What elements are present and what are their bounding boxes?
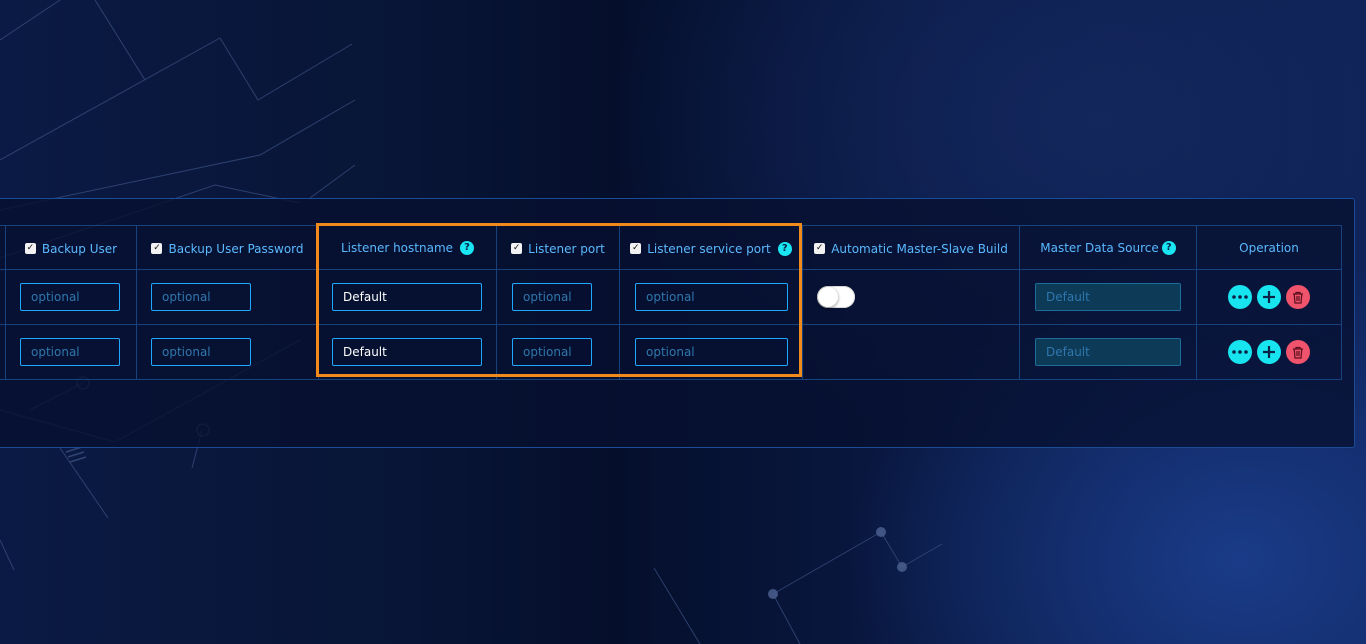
question-circle-icon[interactable]: ? (777, 241, 792, 256)
listener-hostname-cell (318, 269, 497, 325)
backup-password-input[interactable] (151, 283, 251, 311)
listener-service-port-input[interactable] (635, 283, 788, 311)
backup-password-cell (136, 324, 319, 380)
listener-hostname-input[interactable] (332, 283, 482, 311)
checkbox-checked-icon[interactable]: ✓ (814, 243, 826, 255)
listener-hostname-cell (318, 324, 497, 380)
column-header-listener-service-port: ✓ Listener service port ? (619, 225, 803, 270)
master-data-source-cell (1019, 324, 1197, 380)
operation-cell (1196, 269, 1342, 325)
listener-port-cell (496, 269, 620, 325)
column-header-operation: Operation (1196, 225, 1342, 270)
plus-icon[interactable] (1257, 340, 1281, 364)
row-actions (1197, 285, 1341, 309)
question-circle-icon[interactable]: ? (1161, 240, 1176, 255)
operation-cell (1196, 324, 1342, 380)
backup-user-input[interactable] (20, 283, 120, 311)
column-label: Automatic Master-Slave Build (831, 241, 1008, 256)
column-label: Operation (1239, 240, 1299, 255)
table-row (0, 269, 1342, 325)
column-label: Listener hostname (340, 240, 454, 255)
auto-master-slave-cell (802, 324, 1020, 380)
checkbox-checked-icon[interactable]: ✓ (630, 243, 642, 255)
backup-user-input[interactable] (20, 338, 120, 366)
master-data-source-select[interactable] (1035, 338, 1181, 366)
column-label: Backup User (41, 241, 118, 256)
column-header-auto-master-slave: ✓ Automatic Master-Slave Build (802, 225, 1020, 270)
column-header-listener-port: ✓ Listener port (496, 225, 620, 270)
listener-port-input[interactable] (512, 338, 592, 366)
column-label: Backup User Password (168, 241, 304, 256)
auto-master-slave-cell (802, 269, 1020, 325)
column-label: Listener service port (647, 241, 771, 256)
auto-master-slave-toggle[interactable] (817, 286, 855, 308)
more-dots-icon[interactable] (1228, 340, 1252, 364)
listener-service-port-cell (619, 324, 803, 380)
column-header-master-data-source: Master Data Source ? (1019, 225, 1197, 270)
master-data-source-select[interactable] (1035, 283, 1181, 311)
column-label: Master Data Source (1040, 240, 1159, 255)
backup-password-input[interactable] (151, 338, 251, 366)
listener-port-input[interactable] (512, 283, 592, 311)
backup-user-cell (5, 324, 137, 380)
listener-service-port-input[interactable] (635, 338, 788, 366)
datasource-table-panel: ✓ Backup User ✓ Backup User Password Lis… (0, 198, 1355, 448)
listener-hostname-input[interactable] (332, 338, 482, 366)
column-header-backup-user: ✓ Backup User (5, 225, 137, 270)
backup-password-cell (136, 269, 319, 325)
checkbox-checked-icon[interactable]: ✓ (151, 243, 163, 255)
backup-user-cell (5, 269, 137, 325)
more-dots-icon[interactable] (1228, 285, 1252, 309)
listener-port-cell (496, 324, 620, 380)
trash-icon[interactable] (1286, 340, 1310, 364)
toggle-knob (818, 287, 838, 307)
column-header-listener-hostname: Listener hostname ? (318, 225, 497, 270)
row-actions (1197, 340, 1341, 364)
column-label: Listener port (528, 241, 605, 256)
table-row (0, 324, 1342, 380)
column-header-backup-user-password: ✓ Backup User Password (136, 225, 319, 270)
datasource-config-table: ✓ Backup User ✓ Backup User Password Lis… (0, 225, 1342, 380)
listener-service-port-cell (619, 269, 803, 325)
trash-icon[interactable] (1286, 285, 1310, 309)
checkbox-checked-icon[interactable]: ✓ (511, 243, 523, 255)
master-data-source-cell (1019, 269, 1197, 325)
checkbox-checked-icon[interactable]: ✓ (24, 243, 36, 255)
plus-icon[interactable] (1257, 285, 1281, 309)
table-header-row: ✓ Backup User ✓ Backup User Password Lis… (0, 225, 1342, 270)
question-circle-icon[interactable]: ? (460, 240, 475, 255)
